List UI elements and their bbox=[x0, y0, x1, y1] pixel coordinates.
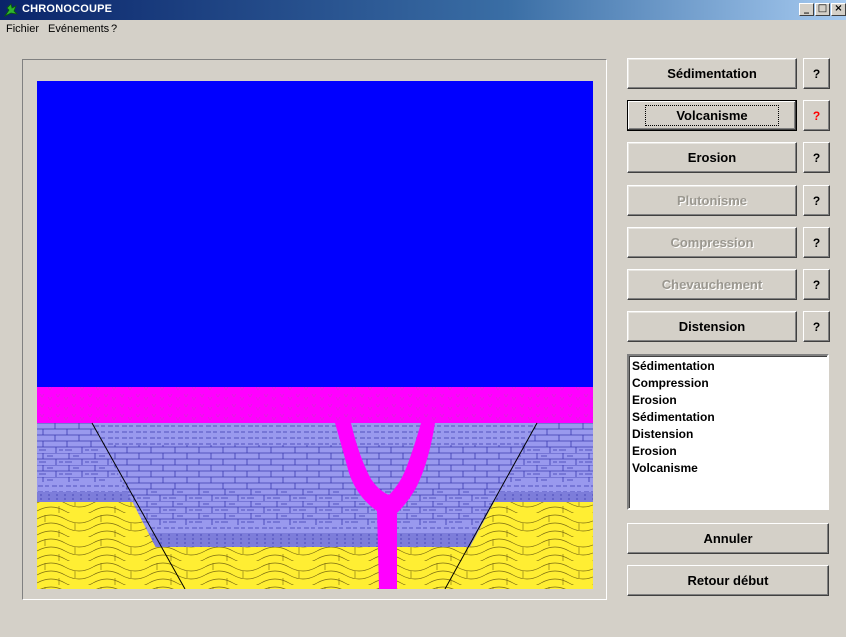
list-item: Sédimentation bbox=[632, 359, 715, 373]
volcanic-layer bbox=[37, 387, 593, 423]
plutonisme-button[interactable]: Plutonisme bbox=[627, 185, 797, 216]
list-item: Erosion bbox=[632, 444, 677, 458]
volcanisme-button[interactable]: Volcanisme bbox=[627, 100, 797, 131]
list-item: Erosion bbox=[632, 393, 677, 407]
plutonisme-help-button[interactable]: ? bbox=[803, 185, 830, 216]
sedimentation-help-button[interactable]: ? bbox=[803, 58, 830, 89]
menu-evenements[interactable]: Evénements bbox=[48, 23, 109, 35]
title-bar: CHRONOCOUPE _ □ × bbox=[0, 0, 846, 20]
sedimentation-button[interactable]: Sédimentation bbox=[627, 58, 797, 89]
erosion-help-button[interactable]: ? bbox=[803, 142, 830, 173]
maximize-button[interactable]: □ bbox=[815, 3, 830, 16]
list-item: Compression bbox=[632, 376, 709, 390]
compression-button[interactable]: Compression bbox=[627, 227, 797, 258]
menu-help[interactable]: ? bbox=[111, 23, 117, 35]
distension-button[interactable]: Distension bbox=[627, 311, 797, 342]
geological-section bbox=[37, 81, 593, 589]
app-icon bbox=[3, 3, 19, 18]
list-item: Volcanisme bbox=[632, 461, 698, 475]
sky-area bbox=[37, 81, 593, 387]
list-item: Distension bbox=[632, 427, 694, 441]
distension-help-button[interactable]: ? bbox=[803, 311, 830, 342]
list-item: Sédimentation bbox=[632, 410, 715, 424]
undo-button[interactable]: Annuler bbox=[627, 523, 829, 554]
volcanisme-help-button[interactable]: ? bbox=[803, 100, 830, 131]
chevauchement-button[interactable]: Chevauchement bbox=[627, 269, 797, 300]
restart-button[interactable]: Retour début bbox=[627, 565, 829, 596]
menu-bar: Fichier Evénements ? bbox=[0, 20, 846, 38]
minimize-button[interactable]: _ bbox=[799, 3, 814, 16]
menu-fichier[interactable]: Fichier bbox=[6, 23, 39, 35]
erosion-button[interactable]: Erosion bbox=[627, 142, 797, 173]
event-history-list[interactable]: Sédimentation Compression Erosion Sédime… bbox=[627, 354, 829, 510]
compression-help-button[interactable]: ? bbox=[803, 227, 830, 258]
close-button[interactable]: × bbox=[831, 3, 846, 16]
chevauchement-help-button[interactable]: ? bbox=[803, 269, 830, 300]
window-title: CHRONOCOUPE bbox=[22, 3, 113, 15]
